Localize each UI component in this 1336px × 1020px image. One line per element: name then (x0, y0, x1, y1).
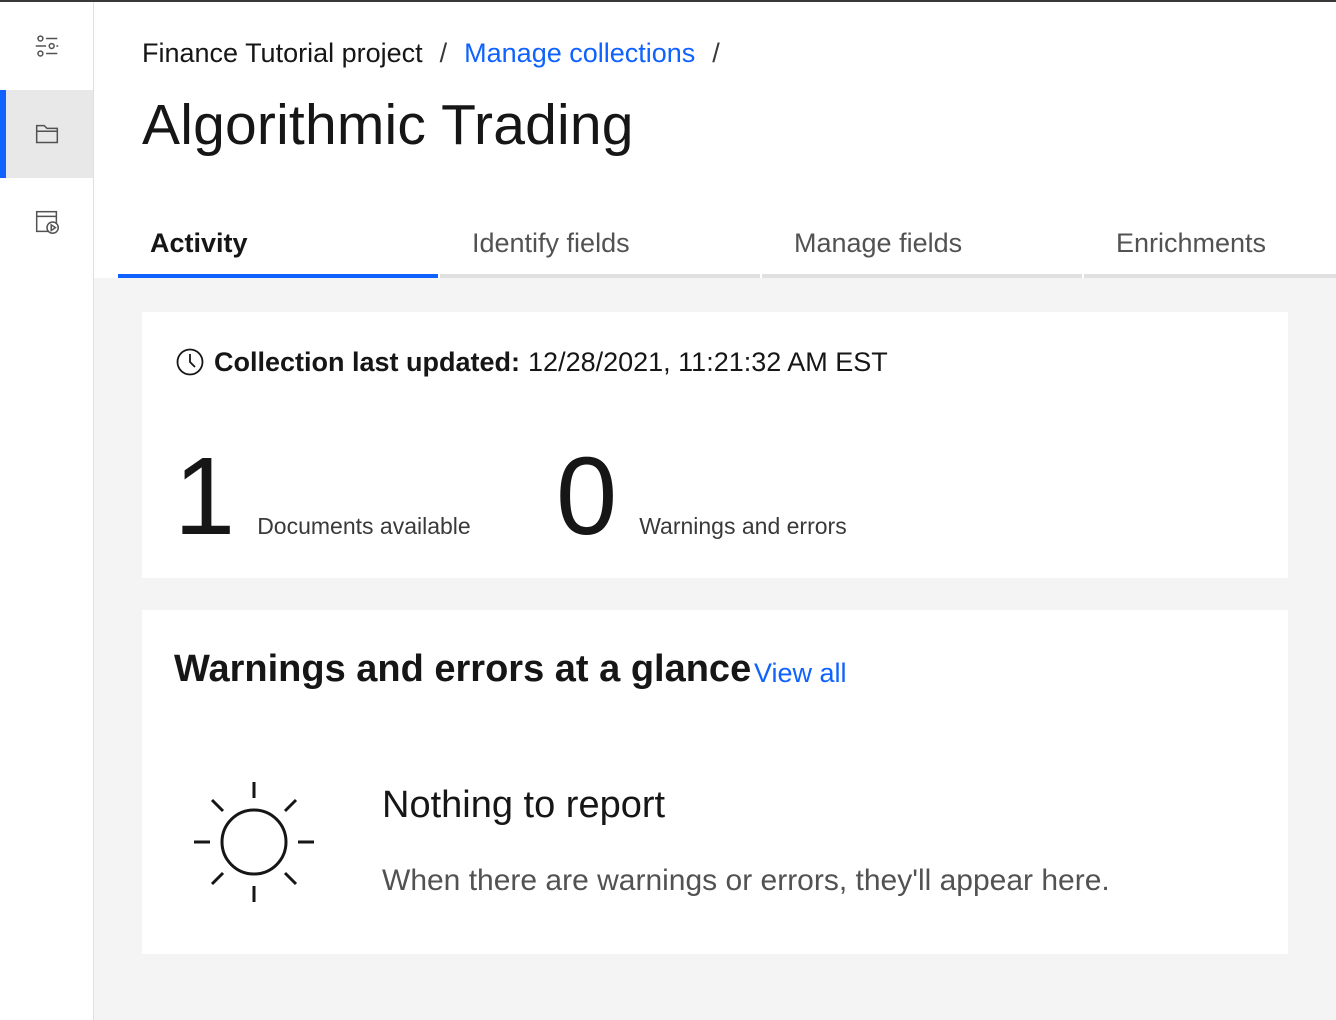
tab-list: Activity Identify fields Manage fields E… (118, 216, 1336, 278)
sun-icon (194, 782, 314, 902)
breadcrumb-manage-collections-link[interactable]: Manage collections (464, 38, 695, 69)
rail-item-settings[interactable] (0, 2, 93, 90)
breadcrumb-separator: / (439, 38, 448, 68)
warnings-count: 0 (556, 435, 618, 558)
documents-count: 1 (174, 435, 236, 558)
tab-enrichments[interactable]: Enrichments (1084, 216, 1336, 278)
empty-state-description: When there are warnings or errors, they'… (382, 864, 1110, 897)
last-updated-value: 12/28/2021, 11:21:32 AM EST (528, 346, 888, 377)
page-title: Algorithmic Trading (142, 93, 634, 157)
settings-sliders-icon (35, 35, 58, 57)
folder-icon (35, 124, 58, 144)
warnings-glance-card: Warnings and errors at a glance View all… (142, 610, 1288, 954)
page-header: Finance Tutorial project / Manage collec… (94, 2, 1336, 278)
warnings-stat: 0 Warnings and errors (556, 442, 847, 552)
main-content: Collection last updated: 12/28/2021, 11:… (94, 278, 1336, 1020)
breadcrumb-project[interactable]: Finance Tutorial project (142, 38, 423, 69)
glance-title: Warnings and errors at a glance (174, 648, 752, 690)
empty-state-title: Nothing to report (382, 784, 666, 826)
tab-activity[interactable]: Activity (118, 216, 438, 278)
documents-stat: 1 Documents available (174, 442, 471, 552)
documents-label: Documents available (257, 513, 471, 539)
breadcrumb: Finance Tutorial project / Manage collec… (142, 38, 737, 69)
last-updated-label: Collection last updated: (214, 346, 521, 377)
breadcrumb-separator: / (712, 38, 720, 68)
tab-identify-fields[interactable]: Identify fields (440, 216, 760, 278)
rail-item-collections[interactable] (0, 90, 93, 178)
warnings-label: Warnings and errors (639, 513, 847, 539)
last-updated: Collection last updated: 12/28/2021, 11:… (174, 346, 888, 378)
left-nav-rail (0, 2, 94, 1020)
activity-summary-card: Collection last updated: 12/28/2021, 11:… (142, 312, 1288, 578)
rail-item-run[interactable] (0, 178, 93, 266)
view-all-link[interactable]: View all (754, 658, 847, 689)
calendar-play-icon (35, 210, 59, 234)
tab-manage-fields[interactable]: Manage fields (762, 216, 1082, 278)
clock-icon (176, 348, 204, 376)
